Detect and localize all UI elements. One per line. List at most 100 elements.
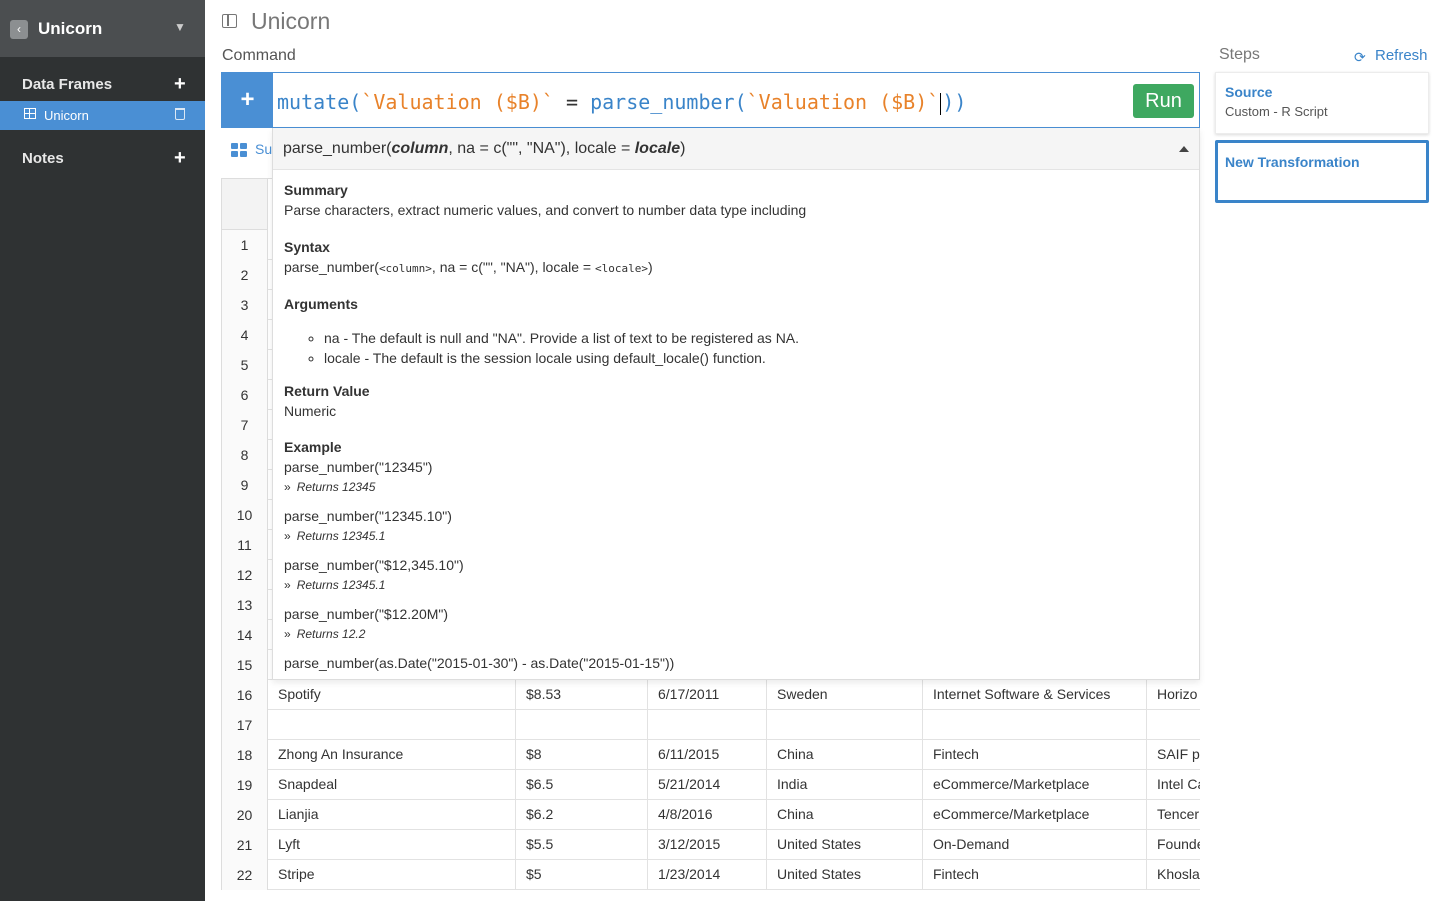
function-signature[interactable]: parse_number(column, na = c("", "NA"), l… [273,128,1199,170]
arguments-heading: Arguments [284,296,358,312]
command-bar: + mutate(`Valuation ($B)` = parse_number… [221,72,1200,128]
table-row[interactable]: 19 Snapdeal $6.5 5/21/2014 India eCommerce/Ma… [222,770,1200,800]
table-cell[interactable]: 4/8/2016 [648,800,767,830]
table-cell[interactable]: SAIF p [1147,740,1200,770]
table-cell[interactable]: Snapdeal [268,770,516,800]
row-number: 6 [222,380,268,410]
project-title[interactable]: Unicorn [38,19,102,39]
table-cell[interactable] [516,710,648,740]
row-number: 14 [222,620,268,650]
chevron-down-icon[interactable]: ▼ [174,20,186,34]
table-cell[interactable]: Founde [1147,830,1200,860]
step-source-card[interactable]: Source Custom - R Script [1215,72,1429,134]
row-number: 7 [222,410,268,440]
table-cell[interactable] [648,710,767,740]
table-cell[interactable]: China [767,800,923,830]
row-number: 15 [222,650,268,680]
table-cell[interactable]: $8.53 [516,680,648,710]
collapse-caret-icon[interactable] [1179,146,1189,152]
example-code: parse_number("$12,345.10") [284,557,464,573]
table-cell[interactable]: eCommerce/Marketplace [923,770,1147,800]
command-input[interactable]: mutate(`Valuation ($B)` = parse_number(`… [277,90,966,115]
return-heading: Return Value [284,383,370,399]
table-cell[interactable]: Zhong An Insurance [268,740,516,770]
return-text: Numeric [284,403,337,419]
add-command-button[interactable]: + [222,73,273,127]
table-cell[interactable]: Spotify [268,680,516,710]
table-row[interactable]: 22 Stripe $5 1/23/2014 United States Fintech K… [222,860,1200,890]
row-number: 21 [222,830,268,860]
signature-text: parse_number(column, na = c("", "NA"), l… [283,140,686,157]
add-data-frame-icon[interactable]: + [174,74,186,94]
table-cell[interactable]: eCommerce/Marketplace [923,800,1147,830]
table-cell[interactable]: $5 [516,860,648,890]
sidebar-item-unicorn[interactable]: Unicorn [0,101,205,130]
table-row[interactable]: 20 Lianjia $6.2 4/8/2016 China eCommerce/Mark… [222,800,1200,830]
run-button[interactable]: Run [1133,84,1194,118]
table-cell[interactable]: Khosla [1147,860,1200,890]
table-cell[interactable]: Intel Ca [1147,770,1200,800]
example-code: parse_number(as.Date("2015-01-30") - as.… [284,655,675,671]
tab-summary-label: Su [255,141,273,157]
table-cell[interactable]: 1/23/2014 [648,860,767,890]
table-cell[interactable]: United States [767,830,923,860]
row-number: 3 [222,290,268,320]
table-cell[interactable]: On-Demand [923,830,1147,860]
table-cell[interactable]: China [767,740,923,770]
table-cell[interactable]: Sweden [767,680,923,710]
table-cell[interactable]: India [767,770,923,800]
table-row[interactable]: 16 Spotify $8.53 6/17/2011 Sweden Internet So… [222,680,1200,710]
data-frames-heading: Data Frames [22,76,113,93]
table-cell[interactable] [1147,710,1200,740]
example-return: » Returns 12345.1 [284,578,386,592]
table-cell[interactable]: 5/21/2014 [648,770,767,800]
table-cell[interactable]: Tencer [1147,800,1200,830]
table-row[interactable]: 21 Lyft $5.5 3/12/2015 United States On-Deman… [222,830,1200,860]
example-code: parse_number("$12.20M") [284,606,449,622]
back-icon[interactable]: ‹ [10,20,28,39]
table-cell[interactable]: 6/11/2015 [648,740,767,770]
table-icon [24,108,36,119]
example-return: » Returns 12.2 [284,627,366,641]
example-code: parse_number("12345.10") [284,508,452,524]
trash-icon[interactable] [175,108,185,120]
table-cell[interactable]: $6.5 [516,770,648,800]
step-new-title: New Transformation [1225,154,1360,170]
table-cell[interactable]: Horizo [1147,680,1200,710]
help-body: Summary Parse characters, extract numeri… [284,182,1184,671]
sidebar-item-label: Unicorn [44,108,89,123]
steps-heading: Steps [1219,46,1260,63]
table-cell[interactable] [767,710,923,740]
summary-text: Parse characters, extract numeric values… [284,202,807,218]
table-cell[interactable]: 6/17/2011 [648,680,767,710]
table-cell[interactable]: $6.2 [516,800,648,830]
sidebar-header: ‹ Unicorn ▼ [0,0,205,57]
table-cell[interactable]: Stripe [268,860,516,890]
table-cell[interactable]: $8 [516,740,648,770]
table-cell[interactable]: Lianjia [268,800,516,830]
row-number: 17 [222,710,268,740]
table-cell[interactable] [923,710,1147,740]
table-cell[interactable]: Fintech [923,860,1147,890]
refresh-label: Refresh [1375,47,1428,64]
row-number: 18 [222,740,268,770]
table-row[interactable]: 17 [222,710,1200,740]
table-cell[interactable]: Internet Software & Services [923,680,1147,710]
table-row[interactable]: 18 Zhong An Insurance $8 6/11/2015 China Fint… [222,740,1200,770]
table-cell[interactable]: 3/12/2015 [648,830,767,860]
row-number: 11 [222,530,268,560]
table-cell[interactable]: $5.5 [516,830,648,860]
row-number: 12 [222,560,268,590]
step-source-subtitle: Custom - R Script [1225,104,1328,119]
table-cell[interactable]: Lyft [268,830,516,860]
table-cell[interactable]: United States [767,860,923,890]
table-cell[interactable] [268,710,516,740]
step-new-transformation-card[interactable]: New Transformation [1215,140,1429,203]
argument-item: na - The default is null and "NA". Provi… [324,330,1184,346]
page-title: Unicorn [251,8,331,34]
table-cell[interactable]: Fintech [923,740,1147,770]
row-number: 2 [222,260,268,290]
add-note-icon[interactable]: + [174,148,186,168]
pane-toggle-icon[interactable] [222,14,237,28]
notes-heading: Notes [22,150,64,167]
